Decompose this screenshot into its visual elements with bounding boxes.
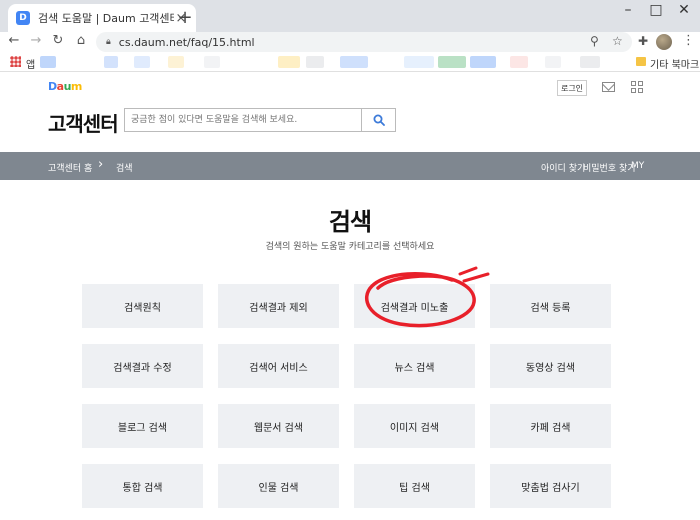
category-button[interactable]: 검색원칙 bbox=[82, 284, 203, 328]
bookmark-blurred[interactable] bbox=[438, 56, 466, 68]
page-subtitle: 검색의 원하는 도움말 카테고리를 선택하세요 bbox=[265, 242, 435, 252]
bookmark-blurred[interactable] bbox=[40, 56, 56, 68]
help-search-input[interactable] bbox=[124, 108, 362, 132]
bookmark-blurred[interactable] bbox=[204, 56, 220, 68]
bookmark-blurred[interactable] bbox=[580, 56, 600, 68]
lock-icon: 🔒︎ bbox=[106, 37, 111, 47]
minimize-icon[interactable]: – bbox=[618, 2, 638, 18]
zoom-icon[interactable]: ⚲ bbox=[590, 34, 599, 48]
category-button[interactable]: 웹문서 검색 bbox=[218, 404, 339, 448]
daum-favicon-icon: D bbox=[16, 11, 30, 25]
search-icon bbox=[373, 114, 385, 126]
back-icon[interactable]: ← bbox=[6, 33, 22, 48]
bookmark-blurred[interactable] bbox=[510, 56, 528, 68]
mail-icon[interactable] bbox=[602, 82, 615, 92]
find-password-link[interactable]: 비밀번호 찾기 bbox=[583, 161, 636, 174]
chevron-right-icon: › bbox=[98, 157, 104, 172]
browser-menu-icon[interactable]: ⋮ bbox=[682, 33, 695, 48]
category-button[interactable]: 인물 검색 bbox=[218, 464, 339, 508]
my-link[interactable]: MY bbox=[631, 161, 644, 171]
bookmark-apps[interactable]: 앱 bbox=[26, 56, 35, 71]
browser-tab[interactable]: D 검색 도움말 | Daum 고객센터 × bbox=[8, 4, 196, 32]
breadcrumb-current: 검색 bbox=[116, 164, 133, 174]
logo-letter: a bbox=[56, 80, 64, 93]
folder-icon bbox=[636, 57, 646, 66]
category-button[interactable]: 이미지 검색 bbox=[354, 404, 475, 448]
bookmark-blurred[interactable] bbox=[545, 56, 561, 68]
bookmark-blurred[interactable] bbox=[306, 56, 324, 68]
breadcrumb-bar: 고객센터 홈 › 검색 아이디 찾기 비밀번호 찾기 MY bbox=[0, 152, 700, 180]
url-text: cs.daum.net/faq/15.html bbox=[118, 35, 255, 49]
maximize-icon[interactable]: □ bbox=[646, 2, 666, 18]
breadcrumb-home[interactable]: 고객센터 홈 bbox=[48, 161, 92, 174]
site-header: Daum 고객센터 로그인 bbox=[0, 72, 700, 152]
category-button[interactable]: 맞춤법 검사기 bbox=[490, 464, 611, 508]
bookmark-star-icon[interactable]: ☆ bbox=[612, 34, 623, 48]
new-tab-icon[interactable]: + bbox=[176, 7, 194, 28]
other-bookmarks[interactable]: 기타 북마크 bbox=[650, 56, 699, 71]
extensions-puzzle-icon[interactable]: ✚ bbox=[638, 34, 648, 48]
logo-letter: D bbox=[48, 80, 57, 93]
bookmark-blurred[interactable] bbox=[404, 56, 434, 68]
bookmark-blurred[interactable] bbox=[134, 56, 150, 68]
forward-icon[interactable]: → bbox=[28, 33, 44, 48]
category-button[interactable]: 검색 등록 bbox=[490, 284, 611, 328]
browser-toolbar: ← → ↻ ⌂ 🔒︎ cs.daum.net/faq/15.html ⚲ ☆ ✚… bbox=[0, 32, 700, 52]
category-button[interactable]: 카페 검색 bbox=[490, 404, 611, 448]
bookmark-blurred[interactable] bbox=[104, 56, 118, 68]
apps-grid-icon[interactable] bbox=[10, 56, 21, 67]
category-button[interactable]: 블로그 검색 bbox=[82, 404, 203, 448]
category-button[interactable]: 검색어 서비스 bbox=[218, 344, 339, 388]
tab-title: 검색 도움말 | Daum 고객센터 bbox=[38, 12, 174, 25]
browser-tab-strip: D 검색 도움말 | Daum 고객센터 × + – □ ✕ bbox=[0, 0, 700, 32]
bookmarks-bar: 앱 기타 북마크 bbox=[0, 52, 700, 72]
customer-center-title[interactable]: 고객센터 bbox=[48, 108, 119, 137]
bookmark-blurred[interactable] bbox=[278, 56, 300, 68]
address-bar[interactable]: 🔒︎ cs.daum.net/faq/15.html bbox=[96, 32, 632, 52]
category-button[interactable]: 동영상 검색 bbox=[490, 344, 611, 388]
category-button[interactable]: 통합 검색 bbox=[82, 464, 203, 508]
category-button[interactable]: 팁 검색 bbox=[354, 464, 475, 508]
logo-letter: u bbox=[63, 80, 72, 93]
profile-avatar[interactable] bbox=[656, 34, 672, 50]
page-title: 검색 bbox=[328, 208, 372, 236]
category-button[interactable]: 검색결과 수정 bbox=[82, 344, 203, 388]
bookmark-blurred[interactable] bbox=[470, 56, 496, 68]
category-button[interactable]: 검색결과 제외 bbox=[218, 284, 339, 328]
daum-logo[interactable]: Daum bbox=[48, 80, 82, 93]
login-button[interactable]: 로그인 bbox=[557, 80, 587, 96]
logo-letter: m bbox=[70, 80, 82, 93]
window-close-icon[interactable]: ✕ bbox=[674, 2, 694, 18]
service-grid-icon[interactable] bbox=[631, 81, 643, 93]
find-id-link[interactable]: 아이디 찾기 bbox=[541, 161, 585, 174]
bookmark-blurred[interactable] bbox=[168, 56, 184, 68]
search-button[interactable] bbox=[361, 108, 396, 132]
bookmark-blurred[interactable] bbox=[340, 56, 368, 68]
home-icon[interactable]: ⌂ bbox=[73, 33, 89, 48]
category-button[interactable]: 검색결과 미노출 bbox=[354, 284, 475, 328]
category-button[interactable]: 뉴스 검색 bbox=[354, 344, 475, 388]
reload-icon[interactable]: ↻ bbox=[50, 33, 66, 48]
